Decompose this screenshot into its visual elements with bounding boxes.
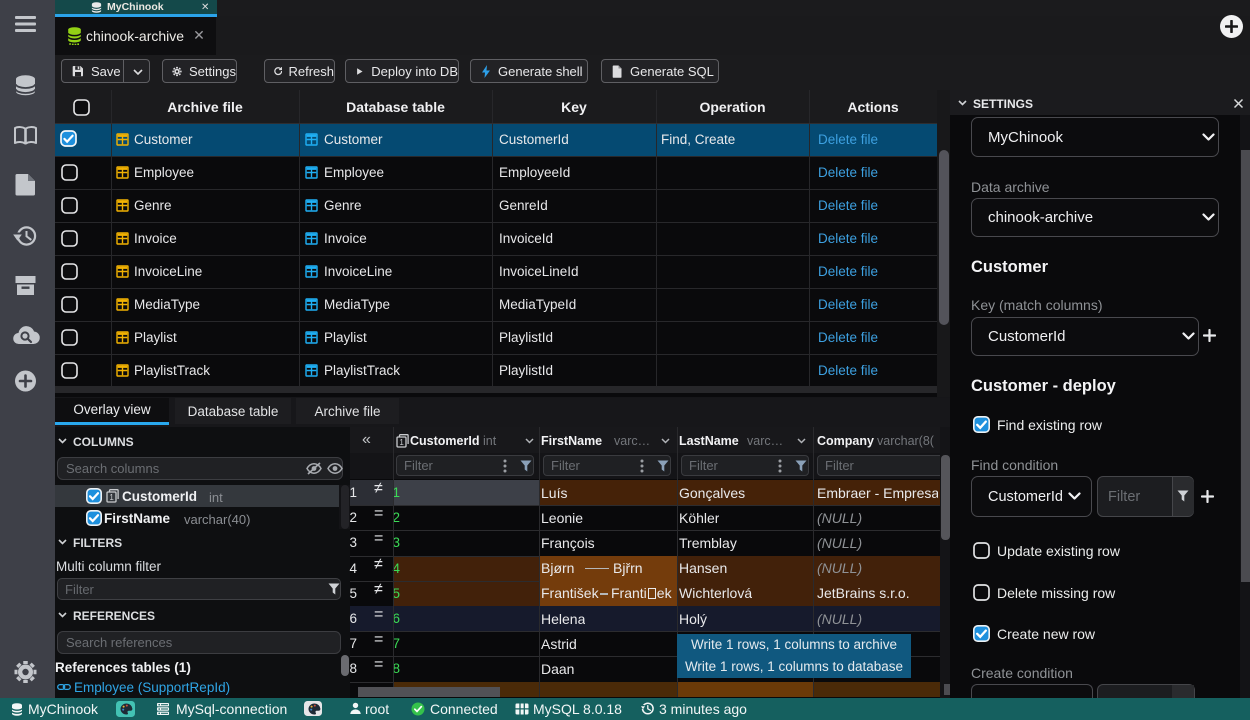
svg-text:1: 1 (399, 438, 404, 447)
svg-text:1: 1 (109, 493, 114, 502)
